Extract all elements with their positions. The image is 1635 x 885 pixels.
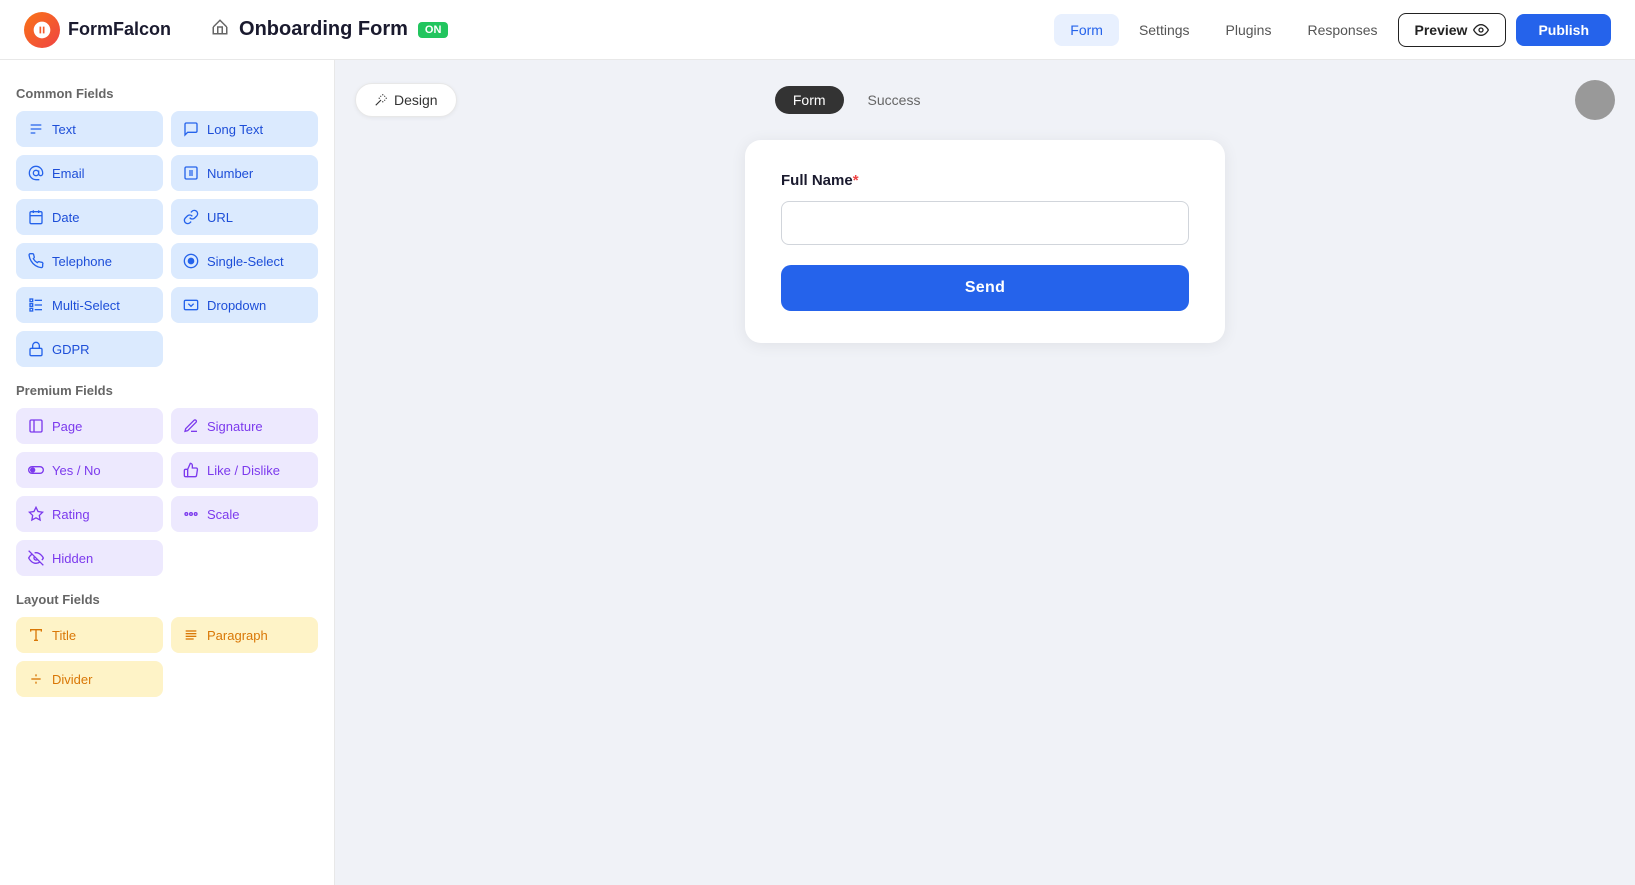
field-title[interactable]: Title [16,617,163,653]
canvas: Design Form Success Full Name* Send [335,60,1635,885]
tab-form[interactable]: Form [775,86,844,114]
nav-form-btn[interactable]: Form [1054,14,1119,46]
field-date[interactable]: Date [16,199,163,235]
form-card: Full Name* Send [745,140,1225,343]
field-divider[interactable]: Divider [16,661,163,697]
field-like-dislike[interactable]: Like / Dislike [171,452,318,488]
text-icon [28,121,44,137]
hidden-icon [28,550,44,566]
canvas-tabs: Form Success [775,86,939,114]
dropdown-icon [183,297,199,313]
field-signature[interactable]: Signature [171,408,318,444]
main: Common Fields Text Long Text Email Numbe… [0,60,1635,885]
field-hidden[interactable]: Hidden [16,540,163,576]
number-icon [183,165,199,181]
url-icon [183,209,199,225]
nav-responses-btn[interactable]: Responses [1291,14,1393,46]
gdpr-icon [28,341,44,357]
field-url[interactable]: URL [171,199,318,235]
field-email[interactable]: Email [16,155,163,191]
full-name-input[interactable] [781,201,1189,245]
field-yes-no[interactable]: Yes / No [16,452,163,488]
divider-icon [28,671,44,687]
scale-icon [183,506,199,522]
nav-plugins-btn[interactable]: Plugins [1210,14,1288,46]
avatar [1575,80,1615,120]
app-name: FormFalcon [68,19,171,40]
logo-icon [24,12,60,48]
common-fields-label: Common Fields [16,86,318,101]
field-long-text[interactable]: Long Text [171,111,318,147]
on-badge: ON [418,22,449,38]
design-btn[interactable]: Design [355,83,457,117]
common-fields-grid: Text Long Text Email Number Date URL [16,111,318,367]
navbar: FormFalcon Onboarding Form ON Form Setti… [0,0,1635,60]
signature-icon [183,418,199,434]
field-text[interactable]: Text [16,111,163,147]
page-icon [28,418,44,434]
field-telephone[interactable]: Telephone [16,243,163,279]
title-icon [28,627,44,643]
date-icon [28,209,44,225]
sidebar: Common Fields Text Long Text Email Numbe… [0,60,335,885]
nav-actions: Form Settings Plugins Responses Preview … [1054,13,1611,47]
field-number[interactable]: Number [171,155,318,191]
publish-btn[interactable]: Publish [1516,14,1611,46]
field-single-select[interactable]: Single-Select [171,243,318,279]
field-scale[interactable]: Scale [171,496,318,532]
email-icon [28,165,44,181]
full-name-label: Full Name* [781,172,1189,189]
field-multi-select[interactable]: Multi-Select [16,287,163,323]
preview-btn[interactable]: Preview [1398,13,1507,47]
single-select-icon [183,253,199,269]
yesno-icon [28,462,44,478]
phone-icon [28,253,44,269]
tab-success[interactable]: Success [850,86,939,114]
field-gdpr[interactable]: GDPR [16,331,163,367]
required-star: * [853,172,859,189]
layout-fields-grid: Title Paragraph Divider [16,617,318,697]
logo-area: FormFalcon [24,12,171,48]
like-icon [183,462,199,478]
field-paragraph[interactable]: Paragraph [171,617,318,653]
layout-fields-label: Layout Fields [16,592,318,607]
home-icon[interactable] [211,18,229,41]
form-name: Onboarding Form [239,18,408,41]
field-page[interactable]: Page [16,408,163,444]
send-button[interactable]: Send [781,265,1189,311]
longtext-icon [183,121,199,137]
nav-settings-btn[interactable]: Settings [1123,14,1206,46]
wand-icon [374,93,388,107]
form-title-area: Onboarding Form ON [211,18,1054,41]
rating-icon [28,506,44,522]
canvas-top-row: Design Form Success [355,80,1615,120]
paragraph-icon [183,627,199,643]
multiselect-icon [28,297,44,313]
eye-icon [1473,22,1489,38]
field-rating[interactable]: Rating [16,496,163,532]
field-dropdown[interactable]: Dropdown [171,287,318,323]
premium-fields-grid: Page Signature Yes / No Like / Dislike R… [16,408,318,576]
premium-fields-label: Premium Fields [16,383,318,398]
